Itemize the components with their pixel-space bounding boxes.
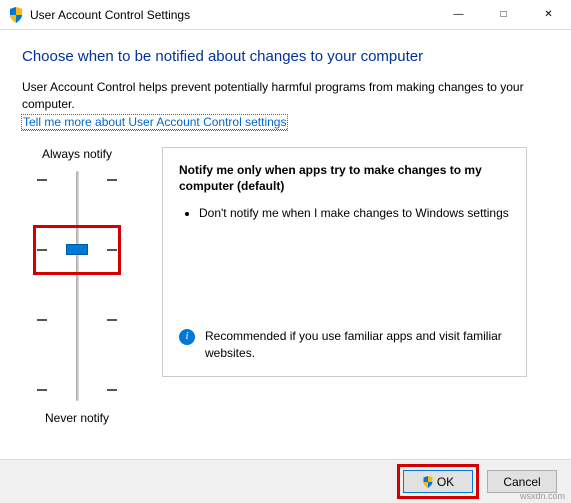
close-button[interactable]: ✕ [526, 0, 571, 29]
dialog-footer: OK Cancel [0, 459, 571, 503]
description-title: Notify me only when apps try to make cha… [179, 162, 510, 196]
window-controls: — □ ✕ [436, 0, 571, 29]
notification-slider[interactable] [37, 171, 117, 401]
ok-button-label: OK [437, 475, 454, 489]
minimize-button[interactable]: — [436, 0, 481, 29]
shield-icon [422, 476, 434, 488]
slider-track [76, 171, 79, 401]
main-area: Always notify Never notify Notify me onl… [22, 147, 549, 435]
annotation-highlight: OK [397, 464, 479, 499]
description-panel: Notify me only when apps try to make cha… [162, 147, 527, 377]
cancel-button[interactable]: Cancel [487, 470, 557, 493]
slider-bottom-label: Never notify [45, 411, 109, 425]
page-heading: Choose when to be notified about changes… [22, 48, 549, 65]
recommendation-text: Recommended if you use familiar apps and… [205, 328, 510, 362]
description-list: Don't notify me when I make changes to W… [179, 205, 510, 222]
window-title: User Account Control Settings [30, 8, 190, 22]
recommendation-row: i Recommended if you use familiar apps a… [179, 328, 510, 362]
slider-thumb[interactable] [66, 244, 88, 255]
description-bullet: Don't notify me when I make changes to W… [199, 205, 510, 222]
cancel-button-label: Cancel [503, 475, 540, 489]
slider-top-label: Always notify [42, 147, 112, 161]
info-icon: i [179, 329, 195, 345]
titlebar: User Account Control Settings — □ ✕ [0, 0, 571, 30]
maximize-button[interactable]: □ [481, 0, 526, 29]
shield-icon [8, 7, 24, 23]
ok-button[interactable]: OK [403, 470, 473, 493]
content-area: Choose when to be notified about changes… [0, 30, 571, 445]
page-subtext: User Account Control helps prevent poten… [22, 79, 549, 113]
learn-more-link[interactable]: Tell me more about User Account Control … [22, 115, 287, 130]
watermark-text: wsxdn.com [520, 491, 565, 501]
slider-column: Always notify Never notify [22, 147, 132, 435]
